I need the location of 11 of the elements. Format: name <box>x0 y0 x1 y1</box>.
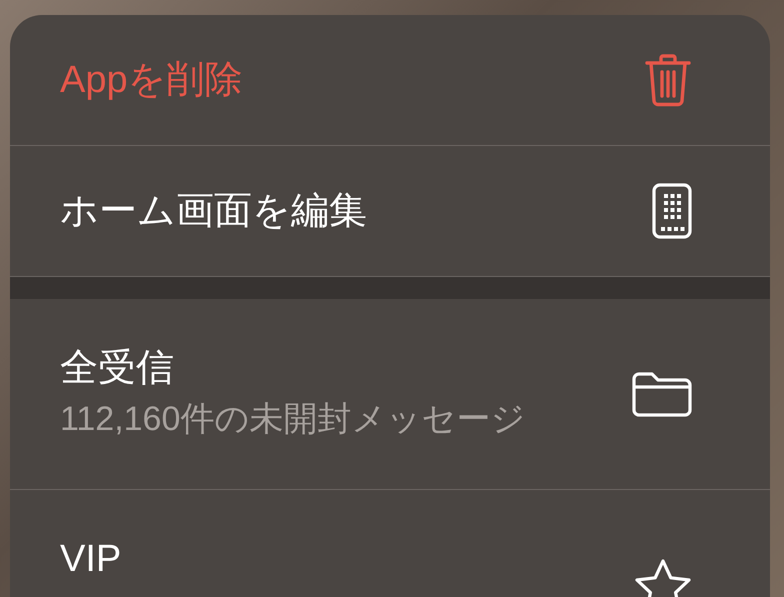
menu-item-label: VIP <box>60 537 122 582</box>
menu-item-label: Appを削除 <box>60 58 244 103</box>
menu-item-subtitle: 112,160件の未開封メッセージ <box>60 399 526 440</box>
trash-icon <box>644 53 692 107</box>
menu-item-label: 全受信 <box>60 346 175 391</box>
folder-icon <box>632 371 692 417</box>
phone-grid-icon <box>652 183 692 239</box>
star-icon <box>634 558 692 597</box>
menu-item[interactable]: VIP <box>10 490 770 597</box>
menu-item-label: ホーム画面を編集 <box>60 189 368 234</box>
menu-item[interactable]: 全受信 112,160件の未開封メッセージ <box>10 299 770 490</box>
